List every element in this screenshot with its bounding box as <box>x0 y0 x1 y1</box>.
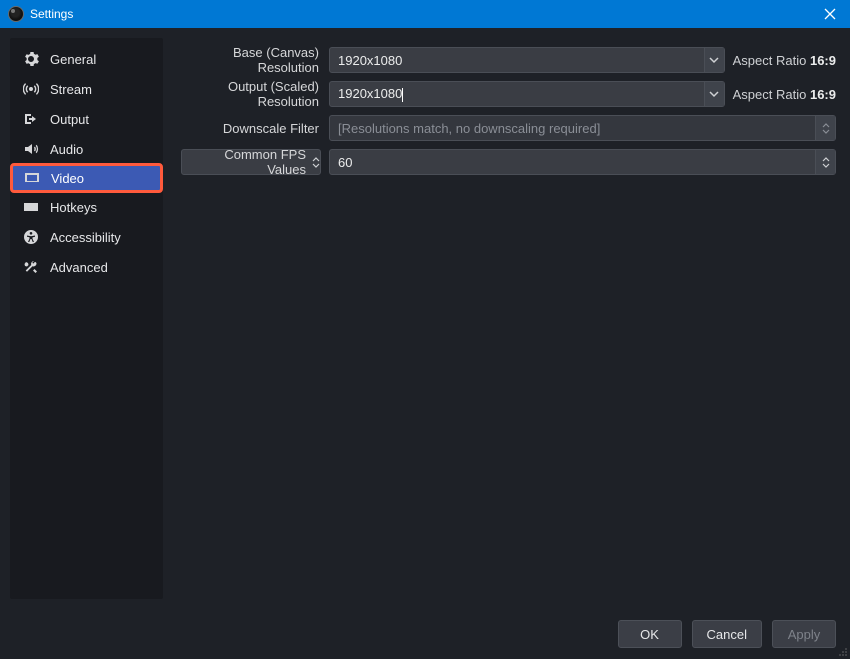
window-title: Settings <box>30 7 73 21</box>
sidebar-item-label: Output <box>50 112 89 127</box>
sidebar-item-accessibility[interactable]: Accessibility <box>10 222 163 252</box>
downscale-filter-spin <box>815 116 835 140</box>
chevron-down-icon <box>709 89 719 99</box>
base-resolution-value: 1920x1080 <box>330 53 704 68</box>
output-resolution-value: 1920x1080 <box>330 86 704 102</box>
output-resolution-label: Output (Scaled) Resolution <box>181 79 321 109</box>
fps-value: 60 <box>330 155 815 170</box>
resize-grip-icon <box>836 645 848 657</box>
base-resolution-row: Base (Canvas) Resolution 1920x1080 Aspec… <box>181 46 836 74</box>
base-resolution-label: Base (Canvas) Resolution <box>181 45 321 75</box>
chevron-up-icon <box>822 157 830 162</box>
obs-icon <box>8 6 24 22</box>
footer: OK Cancel Apply <box>0 609 850 659</box>
downscale-filter-row: Downscale Filter [Resolutions match, no … <box>181 114 836 142</box>
text-cursor <box>402 88 403 102</box>
gear-icon <box>22 51 40 67</box>
broadcast-icon <box>22 81 40 97</box>
sidebar-item-hotkeys[interactable]: Hotkeys <box>10 192 163 222</box>
sidebar-item-label: Video <box>51 171 84 186</box>
sidebar-item-audio[interactable]: Audio <box>10 134 163 164</box>
fps-value-spin[interactable] <box>815 150 835 174</box>
downscale-filter-label: Downscale Filter <box>181 121 321 136</box>
keyboard-icon <box>22 199 40 215</box>
sidebar-item-label: Advanced <box>50 260 108 275</box>
monitor-icon <box>23 170 41 186</box>
chevron-down-icon <box>822 163 830 168</box>
fps-mode-spin[interactable] <box>312 157 320 168</box>
fps-value-combo[interactable]: 60 <box>329 149 836 175</box>
fps-mode-combo[interactable]: Common FPS Values <box>181 149 321 175</box>
settings-window: Settings General Stream <box>0 0 850 659</box>
sidebar-item-advanced[interactable]: Advanced <box>10 252 163 282</box>
chevron-up-icon <box>312 157 320 162</box>
sidebar-item-label: Audio <box>50 142 83 157</box>
output-resolution-combo[interactable]: 1920x1080 <box>329 81 725 107</box>
base-aspect-ratio: Aspect Ratio 16:9 <box>733 53 836 68</box>
ok-button[interactable]: OK <box>618 620 682 648</box>
base-resolution-combo[interactable]: 1920x1080 <box>329 47 725 73</box>
accessibility-icon <box>22 229 40 245</box>
tools-icon <box>22 259 40 275</box>
apply-button: Apply <box>772 620 836 648</box>
output-resolution-row: Output (Scaled) Resolution 1920x1080 Asp… <box>181 80 836 108</box>
chevron-down-icon <box>709 55 719 65</box>
fps-row: Common FPS Values 60 <box>181 148 836 176</box>
main-panel: Base (Canvas) Resolution 1920x1080 Aspec… <box>163 38 840 599</box>
chevron-down-icon <box>312 163 320 168</box>
sidebar-item-output[interactable]: Output <box>10 104 163 134</box>
chevron-up-icon <box>822 123 830 128</box>
sidebar-item-label: Accessibility <box>50 230 121 245</box>
speaker-icon <box>22 141 40 157</box>
sidebar-item-general[interactable]: General <box>10 44 163 74</box>
settings-body: General Stream Output Audio <box>0 28 850 609</box>
downscale-filter-combo: [Resolutions match, no downscaling requi… <box>329 115 836 141</box>
sidebar: General Stream Output Audio <box>10 38 163 599</box>
sidebar-item-label: Stream <box>50 82 92 97</box>
sidebar-item-video[interactable]: Video <box>10 163 163 193</box>
base-resolution-caret[interactable] <box>704 48 724 72</box>
close-icon <box>824 8 836 20</box>
fps-mode-label: Common FPS Values <box>182 147 312 177</box>
window-close-button[interactable] <box>810 0 850 28</box>
chevron-down-icon <box>822 129 830 134</box>
sidebar-item-label: Hotkeys <box>50 200 97 215</box>
titlebar: Settings <box>0 0 850 28</box>
sidebar-item-label: General <box>50 52 96 67</box>
output-icon <box>22 111 40 127</box>
output-resolution-caret[interactable] <box>704 82 724 106</box>
cancel-button[interactable]: Cancel <box>692 620 762 648</box>
sidebar-item-stream[interactable]: Stream <box>10 74 163 104</box>
output-aspect-ratio: Aspect Ratio 16:9 <box>733 87 836 102</box>
resize-grip[interactable] <box>836 645 848 657</box>
downscale-filter-value: [Resolutions match, no downscaling requi… <box>330 121 815 136</box>
